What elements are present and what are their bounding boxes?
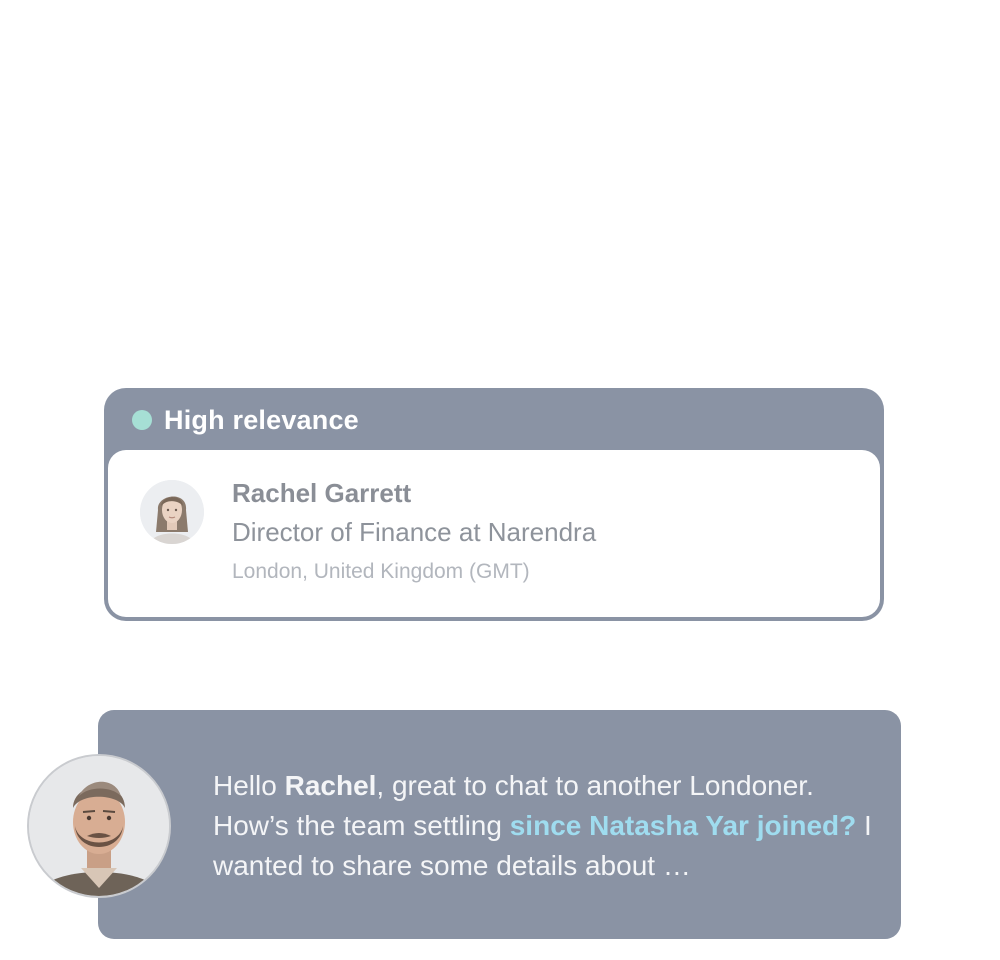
relevance-label: High relevance [164, 404, 359, 435]
sender-avatar [27, 754, 171, 898]
profile-role: Director of Finance at Narendra [232, 517, 597, 547]
profile-panel[interactable]: Rachel Garrett Director of Finance at Na… [108, 450, 880, 617]
message-line2-start: How’s the team settling [213, 810, 510, 841]
profile-avatar [140, 480, 204, 544]
man-portrait-icon [29, 756, 169, 896]
message-highlight: since Natasha Yar joined? [509, 810, 857, 841]
message-greeting: Hello [213, 770, 285, 801]
relevance-header: High relevance [132, 402, 359, 438]
woman-portrait-icon [140, 480, 204, 544]
profile-name[interactable]: Rachel Garrett [232, 478, 411, 509]
relevance-card[interactable]: High relevance Rachel Garrett Director o… [104, 388, 884, 621]
message-card: Hello Rachel, great to chat to another L… [98, 710, 901, 939]
stage: High relevance Rachel Garrett Director o… [0, 0, 1000, 960]
profile-location: London, United Kingdom (GMT) [232, 560, 530, 583]
message-line1-rest: , great to chat to another Londoner. [376, 770, 814, 801]
message-recipient: Rachel [284, 770, 377, 801]
message-text: Hello Rachel, great to chat to another L… [213, 766, 883, 886]
relevance-status-dot-icon [132, 410, 152, 430]
